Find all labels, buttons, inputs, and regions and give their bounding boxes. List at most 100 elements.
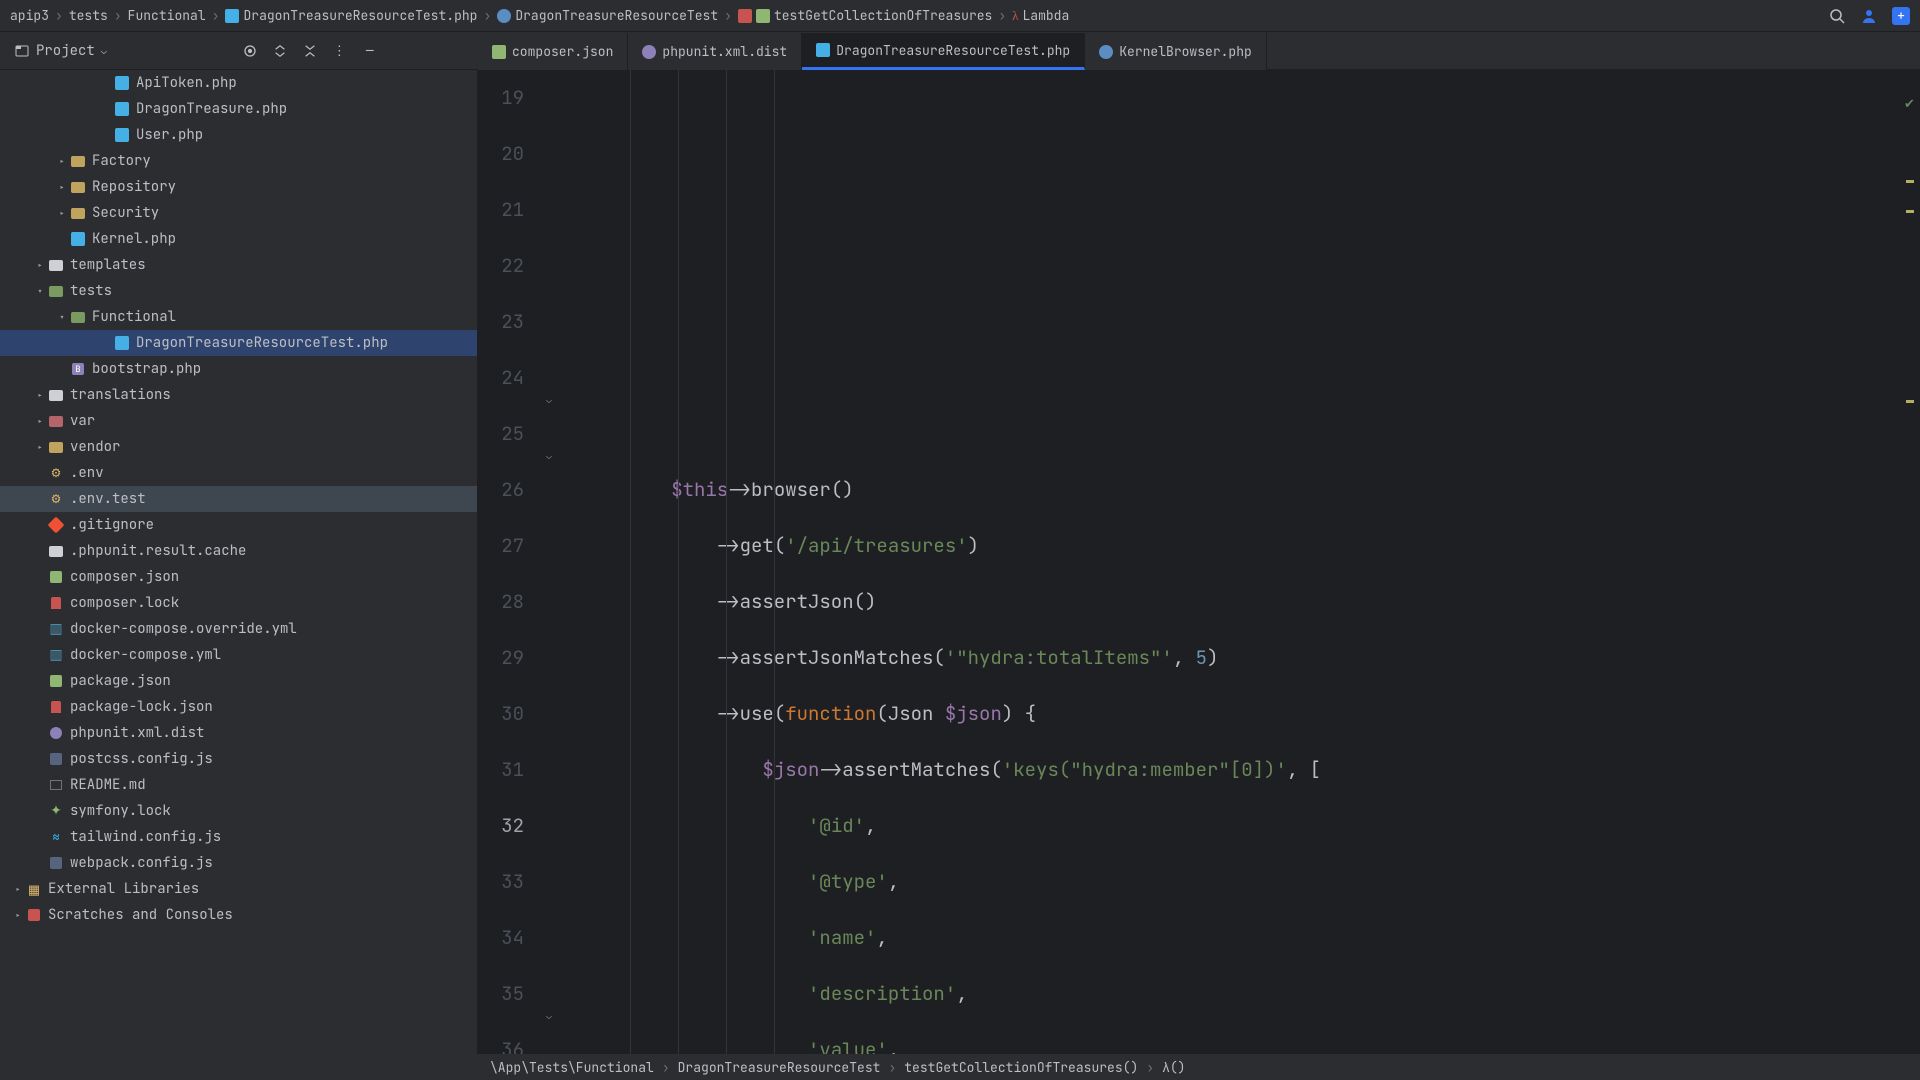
tree-item[interactable]: README.md bbox=[0, 772, 477, 798]
breadcrumb-item[interactable]: tests bbox=[69, 7, 108, 24]
breadcrumb-lambda[interactable]: λ() bbox=[1162, 1059, 1185, 1076]
expand-all-icon[interactable] bbox=[271, 42, 289, 60]
tree-item[interactable]: ▥docker-compose.override.yml bbox=[0, 616, 477, 642]
line-number[interactable]: 33 bbox=[478, 854, 524, 910]
breadcrumb-lambda[interactable]: λ Lambda bbox=[1012, 7, 1069, 24]
line-number[interactable]: 20 bbox=[478, 126, 524, 182]
line-number[interactable]: 32 bbox=[478, 798, 524, 854]
more-options-icon[interactable]: ⋮ bbox=[331, 42, 349, 60]
fold-toggle-icon[interactable]: ⌄ bbox=[546, 372, 556, 382]
tree-item[interactable]: ▸Security bbox=[0, 200, 477, 226]
tree-item[interactable]: ▾tests bbox=[0, 278, 477, 304]
fold-toggle-icon[interactable]: ⌄ bbox=[546, 988, 556, 998]
tree-item[interactable]: ▸Factory bbox=[0, 148, 477, 174]
breadcrumb-root[interactable]: apip3 bbox=[10, 7, 49, 24]
code-line[interactable]: 'name', bbox=[580, 910, 1902, 966]
tree-chevron-icon[interactable]: ▸ bbox=[56, 207, 68, 220]
project-tree[interactable]: ApiToken.phpDragonTreasure.phpUser.php▸F… bbox=[0, 70, 478, 1054]
line-number[interactable]: 27 bbox=[478, 518, 524, 574]
line-number[interactable]: 24 bbox=[478, 350, 524, 406]
code-line[interactable]: ->use(function(Json $json) { bbox=[580, 686, 1902, 742]
line-number[interactable]: 30 bbox=[478, 686, 524, 742]
tree-item[interactable]: ▾Functional bbox=[0, 304, 477, 330]
tree-chevron-icon[interactable]: ▸ bbox=[56, 155, 68, 168]
fold-toggle-icon[interactable]: ⌄ bbox=[546, 428, 556, 438]
code-line[interactable]: '@type', bbox=[580, 854, 1902, 910]
code-line[interactable]: 'value', bbox=[580, 1022, 1902, 1054]
tree-item[interactable]: postcss.config.js bbox=[0, 746, 477, 772]
tree-item[interactable]: ▥docker-compose.yml bbox=[0, 642, 477, 668]
tree-item[interactable]: ApiToken.php bbox=[0, 70, 477, 96]
tree-chevron-icon[interactable]: ▾ bbox=[34, 285, 46, 298]
breadcrumb-item[interactable]: Functional bbox=[128, 7, 206, 24]
tree-item[interactable]: ⚙.env bbox=[0, 460, 477, 486]
code-line[interactable] bbox=[580, 406, 1902, 462]
add-icon[interactable]: + bbox=[1892, 7, 1910, 25]
tree-chevron-icon[interactable]: ▸ bbox=[56, 181, 68, 194]
tree-item[interactable]: ▸vendor bbox=[0, 434, 477, 460]
tab-composer-json[interactable]: composer.json bbox=[478, 33, 628, 70]
breadcrumb-namespace[interactable]: \App\Tests\Functional bbox=[490, 1059, 654, 1076]
tree-chevron-icon[interactable]: ▸ bbox=[34, 389, 46, 402]
line-number[interactable]: 34 bbox=[478, 910, 524, 966]
tree-item[interactable]: composer.lock bbox=[0, 590, 477, 616]
tree-item[interactable]: ▸var bbox=[0, 408, 477, 434]
code-line[interactable]: '@id', bbox=[580, 798, 1902, 854]
code-line[interactable]: ->get('/api/treasures') bbox=[580, 518, 1902, 574]
breadcrumb-class[interactable]: DragonTreasureResourceTest bbox=[678, 1059, 881, 1076]
tree-item[interactable]: ⚙.env.test bbox=[0, 486, 477, 512]
line-number[interactable]: 19 bbox=[478, 70, 524, 126]
code-editor[interactable]: 192021222324252627282930313233343536 ⌄⌄⌄… bbox=[478, 70, 1920, 1054]
warning-marker[interactable] bbox=[1906, 210, 1914, 213]
tree-item[interactable]: DragonTreasureResourceTest.php bbox=[0, 330, 477, 356]
tree-item[interactable]: User.php bbox=[0, 122, 477, 148]
code-line[interactable]: $this->browser() bbox=[580, 462, 1902, 518]
line-number[interactable]: 31 bbox=[478, 742, 524, 798]
tree-item[interactable]: Bbootstrap.php bbox=[0, 356, 477, 382]
code-line[interactable]: 'description', bbox=[580, 966, 1902, 1022]
tree-item[interactable]: ▸▦External Libraries bbox=[0, 876, 477, 902]
line-number[interactable]: 23 bbox=[478, 294, 524, 350]
code-line[interactable]: ->assertJson() bbox=[580, 574, 1902, 630]
code-area[interactable]: $this->browser() ->get('/api/treasures')… bbox=[558, 70, 1902, 1054]
edit-marker[interactable] bbox=[1906, 400, 1914, 403]
select-opened-file-icon[interactable] bbox=[241, 42, 259, 60]
line-number[interactable]: 22 bbox=[478, 238, 524, 294]
tab-dragon-treasure-test[interactable]: DragonTreasureResourceTest.php bbox=[802, 33, 1085, 70]
tab-phpunit-xml[interactable]: phpunit.xml.dist bbox=[628, 33, 802, 70]
tree-chevron-icon[interactable]: ▸ bbox=[12, 909, 24, 922]
tab-kernel-browser[interactable]: KernelBrowser.php bbox=[1085, 33, 1267, 70]
tree-item[interactable]: ▸Scratches and Consoles bbox=[0, 902, 477, 928]
line-number[interactable]: 35 bbox=[478, 966, 524, 1022]
code-with-me-icon[interactable] bbox=[1860, 7, 1878, 25]
line-number[interactable]: 21 bbox=[478, 182, 524, 238]
tree-item[interactable]: webpack.config.js bbox=[0, 850, 477, 876]
tree-chevron-icon[interactable]: ▸ bbox=[34, 441, 46, 454]
fold-gutter[interactable]: ⌄⌄⌄⌄ bbox=[544, 70, 558, 1054]
tree-item[interactable]: .gitignore bbox=[0, 512, 477, 538]
line-number[interactable]: 26 bbox=[478, 462, 524, 518]
tree-item[interactable]: ▸templates bbox=[0, 252, 477, 278]
line-number[interactable]: 25 bbox=[478, 406, 524, 462]
tree-item[interactable]: ▸Repository bbox=[0, 174, 477, 200]
project-view-selector[interactable]: Project ⌄ bbox=[0, 32, 121, 69]
warning-marker[interactable] bbox=[1906, 180, 1914, 183]
tree-item[interactable]: ≈tailwind.config.js bbox=[0, 824, 477, 850]
tree-chevron-icon[interactable]: ▸ bbox=[12, 883, 24, 896]
tree-chevron-icon[interactable]: ▸ bbox=[34, 259, 46, 272]
breadcrumb-class[interactable]: DragonTreasureResourceTest bbox=[497, 7, 718, 24]
tree-item[interactable]: composer.json bbox=[0, 564, 477, 590]
tree-item[interactable]: ▸translations bbox=[0, 382, 477, 408]
tree-item[interactable]: package-lock.json bbox=[0, 694, 477, 720]
tree-chevron-icon[interactable]: ▸ bbox=[34, 415, 46, 428]
code-line[interactable]: ->assertJsonMatches('"hydra:totalItems"'… bbox=[580, 630, 1902, 686]
code-line[interactable]: $json->assertMatches('keys("hydra:member… bbox=[580, 742, 1902, 798]
tree-item[interactable]: DragonTreasure.php bbox=[0, 96, 477, 122]
search-icon[interactable] bbox=[1828, 7, 1846, 25]
breadcrumb-method[interactable]: testGetCollectionOfTreasures() bbox=[904, 1059, 1138, 1076]
line-number[interactable]: 29 bbox=[478, 630, 524, 686]
tree-item[interactable]: package.json bbox=[0, 668, 477, 694]
collapse-all-icon[interactable] bbox=[301, 42, 319, 60]
no-problems-icon[interactable]: ✔ bbox=[1904, 76, 1915, 132]
inspection-gutter[interactable]: ✔ bbox=[1902, 70, 1920, 1054]
